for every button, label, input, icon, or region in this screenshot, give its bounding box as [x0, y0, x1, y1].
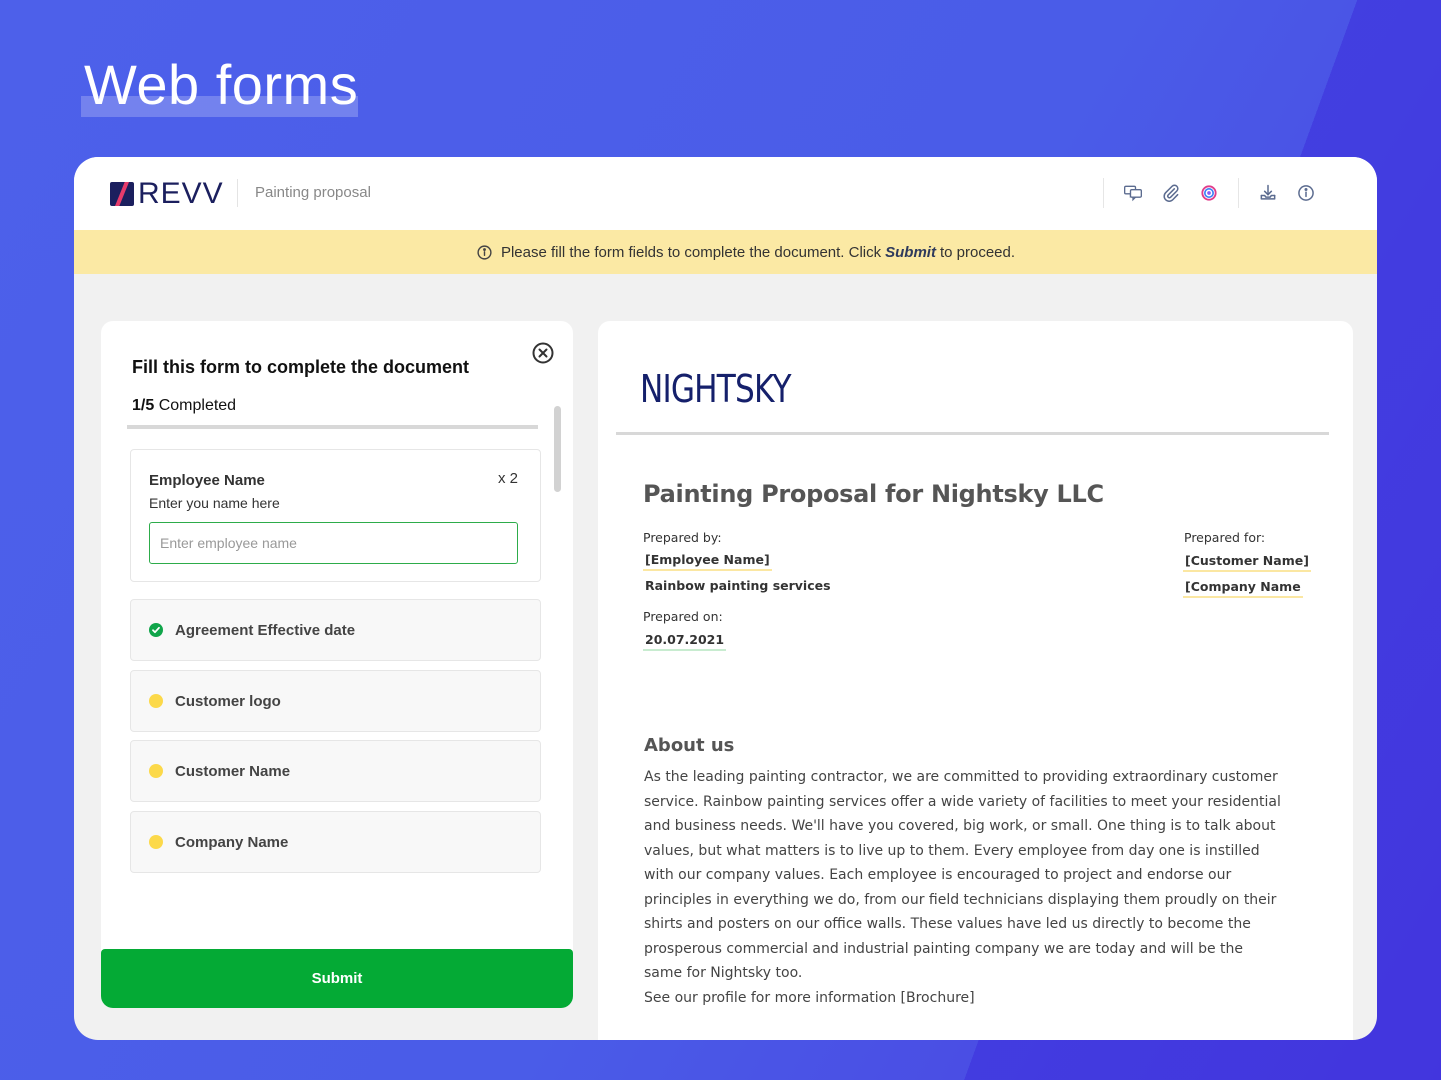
form-title: Fill this form to complete the document [132, 357, 470, 377]
employee-name-count: x 2 [497, 470, 518, 487]
document-heading: Painting Proposal for Nightsky LLC [643, 480, 1104, 508]
progress-bar [127, 425, 538, 429]
field-label: Company Name [175, 833, 289, 851]
prepared-on-date[interactable]: 20.07.2021 [643, 632, 727, 651]
prepared-by-employee[interactable]: [Employee Name] [643, 552, 772, 571]
pending-dot-icon [149, 764, 163, 778]
about-us-heading: About us [644, 735, 735, 756]
integration-icon[interactable] [1190, 177, 1228, 209]
info-icon[interactable] [1287, 177, 1325, 209]
field-label: Agreement Effective date [175, 621, 356, 639]
revv-logo-text: REVV [138, 177, 224, 210]
app-window: REVV Painting proposal Please fill the f… [74, 157, 1377, 1040]
notice-text: Please fill the form fields to complete … [500, 243, 882, 261]
prepared-for-customer[interactable]: [Customer Name] [1183, 553, 1311, 572]
toolbar-separator [1238, 178, 1239, 208]
notice-info-icon [477, 244, 492, 260]
notice-suffix: to proceed. [939, 243, 1016, 261]
form-scrollbar[interactable] [554, 406, 561, 492]
notice-submit-emphasis: Submit [885, 243, 936, 261]
prepared-by-label: Prepared by: [643, 530, 722, 545]
hero-title: Web forms [84, 53, 359, 116]
prepared-for-company[interactable]: [Company Name [1183, 579, 1303, 598]
comments-icon[interactable] [1114, 177, 1152, 209]
toolbar [1093, 177, 1325, 209]
form-panel: Fill this form to complete the document … [101, 321, 573, 1008]
toolbar-separator [1103, 178, 1104, 208]
field-agreement-effective-date[interactable]: Agreement Effective date [130, 599, 541, 661]
download-icon[interactable] [1249, 177, 1287, 209]
progress-count: 1/5 [132, 397, 155, 414]
header-divider [237, 179, 238, 207]
field-label: Customer logo [175, 692, 281, 710]
revv-logo[interactable]: REVV [110, 179, 224, 209]
close-icon[interactable] [531, 341, 555, 365]
field-company-name[interactable]: Company Name [130, 811, 541, 873]
employee-name-field-card: Employee Name x 2 Enter you name here [130, 449, 541, 582]
about-us-body: As the leading painting contractor, we a… [644, 765, 1284, 1010]
completed-check-icon [149, 623, 163, 637]
employee-name-input[interactable] [149, 522, 518, 564]
field-label: Customer Name [175, 762, 291, 780]
progress-label: Completed [158, 397, 237, 414]
progress-text: 1/5 Completed [132, 397, 236, 415]
prepared-for-label: Prepared for: [1184, 530, 1266, 545]
revv-logo-mark-icon [110, 182, 134, 206]
prepared-on-label: Prepared on: [643, 609, 723, 624]
prepared-by-company: Rainbow painting services [645, 578, 831, 593]
nightsky-logo: NIGHTSKY [640, 367, 792, 411]
employee-name-help: Enter you name here [149, 495, 280, 511]
field-customer-name[interactable]: Customer Name [130, 740, 541, 802]
submit-button[interactable]: Submit [101, 949, 573, 1008]
progress-bar-fill [127, 425, 210, 429]
document-panel: NIGHTSKY Painting Proposal for Nightsky … [598, 321, 1353, 1040]
pending-dot-icon [149, 694, 163, 708]
pending-dot-icon [149, 835, 163, 849]
brand-divider [616, 432, 1329, 435]
app-header: REVV Painting proposal [74, 157, 1377, 230]
attachment-icon[interactable] [1152, 177, 1190, 209]
field-customer-logo[interactable]: Customer logo [130, 670, 541, 732]
about-us-brochure-link[interactable]: See our profile for more information [Br… [644, 990, 975, 1006]
document-name: Painting proposal [255, 184, 371, 201]
notice-bar: Please fill the form fields to complete … [74, 230, 1377, 274]
employee-name-label: Employee Name [149, 472, 265, 489]
about-us-paragraph: As the leading painting contractor, we a… [644, 769, 1281, 981]
